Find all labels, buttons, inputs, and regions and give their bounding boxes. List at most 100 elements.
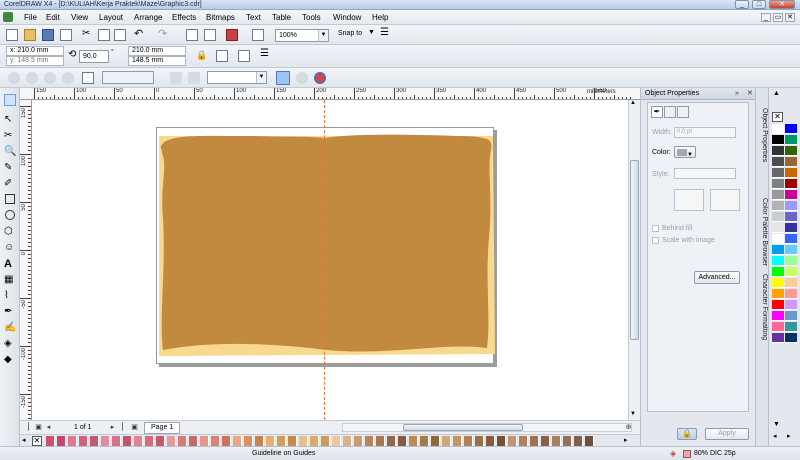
- pick-tool-icon[interactable]: [4, 94, 16, 106]
- docker-expand-icon[interactable]: »: [735, 88, 739, 100]
- interactive-fill-tool-icon[interactable]: ◆: [4, 354, 16, 366]
- palette-swatch[interactable]: [785, 190, 797, 200]
- close-button[interactable]: ✕: [769, 0, 795, 9]
- palette-swatch[interactable]: [354, 436, 363, 446]
- interactive-blend-tool-icon[interactable]: ⌇: [4, 290, 16, 302]
- palette-swatch[interactable]: [772, 168, 784, 178]
- next-page-icon[interactable]: ▸: [108, 423, 117, 432]
- basic-shapes-tool-icon[interactable]: ☺: [4, 242, 16, 254]
- palette-swatch[interactable]: [772, 190, 784, 200]
- no-color-swatch[interactable]: ✕: [32, 436, 42, 446]
- palette-swatch[interactable]: [530, 436, 539, 446]
- palette-swatch[interactable]: [145, 436, 154, 446]
- page-tab[interactable]: Page 1: [144, 422, 181, 434]
- palette-swatch[interactable]: [508, 436, 517, 446]
- delete-guide-icon[interactable]: [44, 72, 56, 84]
- doc-minimize-button[interactable]: _: [761, 13, 771, 22]
- palette-swatch[interactable]: [431, 436, 440, 446]
- color-guide-icon[interactable]: [314, 72, 326, 84]
- maximize-button[interactable]: □: [752, 0, 766, 9]
- palette-swatch[interactable]: [785, 267, 797, 277]
- last-page-icon[interactable]: ⎮: [118, 423, 127, 432]
- lock-guide-icon[interactable]: [62, 72, 74, 84]
- palette-swatch[interactable]: [772, 311, 784, 321]
- freehand-tool-icon[interactable]: ✎: [4, 162, 16, 174]
- menu-file[interactable]: File: [24, 10, 37, 25]
- advanced-button[interactable]: Advanced...: [694, 271, 740, 284]
- palette-swatch[interactable]: [785, 146, 797, 156]
- lock-settings-icon[interactable]: 🔒: [677, 428, 697, 440]
- new-document-icon[interactable]: [6, 29, 18, 41]
- cut-icon[interactable]: ✂: [82, 28, 90, 39]
- palette-swatch[interactable]: [398, 436, 407, 446]
- palette-swatch[interactable]: [772, 124, 784, 134]
- menu-view[interactable]: View: [71, 10, 88, 25]
- palette-swatch[interactable]: [365, 436, 374, 446]
- import-icon[interactable]: [186, 29, 198, 41]
- guide-options-icon[interactable]: [296, 72, 308, 84]
- scroll-up-icon[interactable]: ▲: [630, 100, 636, 106]
- palette-swatch[interactable]: [442, 436, 451, 446]
- palette-swatch[interactable]: [46, 436, 55, 446]
- transparency-tab-icon[interactable]: [677, 106, 689, 118]
- scroll-shape[interactable]: [157, 128, 495, 365]
- palette-swatch[interactable]: [90, 436, 99, 446]
- palette-swatch[interactable]: [785, 223, 797, 233]
- add-guide-icon[interactable]: [8, 72, 20, 84]
- outline-color-picker[interactable]: ▼: [674, 146, 696, 158]
- end-arrow-select[interactable]: [710, 189, 740, 211]
- lock-ratio-icon[interactable]: 🔒: [196, 50, 207, 61]
- doc-restore-button[interactable]: ▭: [773, 13, 783, 22]
- palette-swatch[interactable]: [772, 322, 784, 332]
- outline-tool-icon[interactable]: ✍: [4, 322, 16, 334]
- palette-swatch[interactable]: [785, 256, 797, 266]
- table-tool-icon[interactable]: ▦: [4, 274, 16, 286]
- palette-swatch[interactable]: [134, 436, 143, 446]
- palette-swatch[interactable]: [211, 436, 220, 446]
- guide-position-select[interactable]: [102, 71, 154, 84]
- palette-scroll-right-icon[interactable]: ▸: [624, 436, 628, 444]
- tab-color-palette-browser[interactable]: Color Palette Browser: [757, 198, 768, 266]
- to-back-icon[interactable]: [238, 50, 250, 62]
- palette-swatch[interactable]: [497, 436, 506, 446]
- object-width-field[interactable]: 210.0 mm: [128, 46, 186, 56]
- first-page-icon[interactable]: ⎮: [24, 423, 33, 432]
- menu-edit[interactable]: Edit: [46, 10, 60, 25]
- palette-swatch[interactable]: [772, 234, 784, 244]
- copy-icon[interactable]: [98, 29, 110, 41]
- palette-swatch[interactable]: [420, 436, 429, 446]
- y-position-field[interactable]: y: 148.5 mm: [6, 56, 64, 66]
- palette-swatch[interactable]: [233, 436, 242, 446]
- palette-swatch[interactable]: [785, 135, 797, 145]
- palette-swatch[interactable]: [785, 300, 797, 310]
- palette-swatch[interactable]: [277, 436, 286, 446]
- palette-swatch[interactable]: [57, 436, 66, 446]
- x-position-field[interactable]: x: 210.0 mm: [6, 46, 64, 56]
- menu-table[interactable]: Table: [272, 10, 291, 25]
- smart-fill-tool-icon[interactable]: ✐: [4, 178, 16, 190]
- menu-layout[interactable]: Layout: [99, 10, 123, 25]
- outline-pen-tab-icon[interactable]: ✒: [651, 106, 663, 118]
- palette-swatch[interactable]: [785, 179, 797, 189]
- palette-swatch[interactable]: [772, 146, 784, 156]
- menu-arrange[interactable]: Arrange: [134, 10, 162, 25]
- palette-swatch[interactable]: [785, 234, 797, 244]
- application-launcher-icon[interactable]: [226, 29, 238, 41]
- wrap-text-icon[interactable]: ☰: [260, 48, 269, 59]
- palette-swatch[interactable]: [200, 436, 209, 446]
- zoom-level-select[interactable]: 100% ▼: [275, 29, 329, 42]
- guide-preset-icon[interactable]: [82, 72, 94, 84]
- palette-swatch[interactable]: [266, 436, 275, 446]
- vertical-scrollbar[interactable]: ▲ ▼: [628, 100, 640, 420]
- welcome-screen-icon[interactable]: [252, 29, 264, 41]
- palette-flyout-icon[interactable]: ▸: [787, 432, 791, 440]
- palette-swatch[interactable]: [772, 245, 784, 255]
- palette-swatch[interactable]: [343, 436, 352, 446]
- doc-close-button[interactable]: ✕: [785, 13, 795, 22]
- menu-bitmaps[interactable]: Bitmaps: [206, 10, 235, 25]
- palette-swatch[interactable]: [785, 212, 797, 222]
- horizontal-scroll-thumb[interactable]: [403, 424, 523, 431]
- docker-close-icon[interactable]: ✕: [747, 88, 753, 100]
- add-page-after-icon[interactable]: ▣: [130, 423, 139, 432]
- palette-swatch[interactable]: [387, 436, 396, 446]
